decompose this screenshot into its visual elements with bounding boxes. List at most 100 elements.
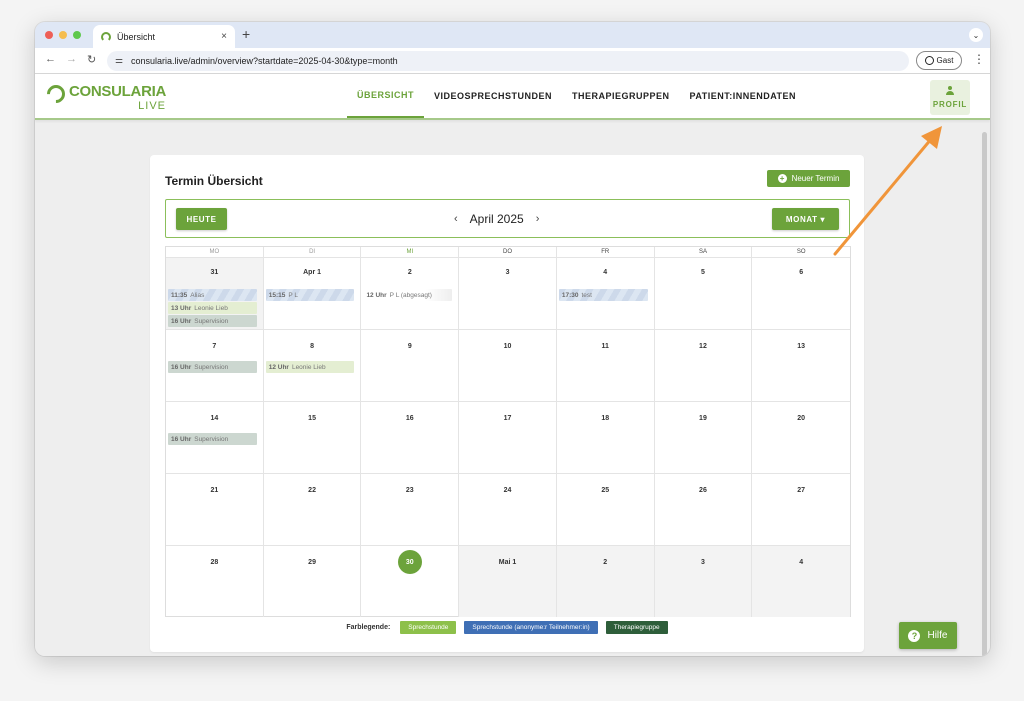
calendar-day[interactable]: 23 [361, 474, 460, 545]
day-number: 7 [212, 343, 217, 350]
day-number: 14 [210, 415, 219, 422]
chevron-left-icon[interactable]: ‹ [454, 213, 458, 225]
event-time: 13 Uhr [171, 304, 192, 312]
event-title: P L (abgesagt) [389, 291, 432, 299]
calendar-day[interactable]: 26 [655, 474, 753, 545]
event-time: 12 Uhr [366, 291, 387, 299]
page-viewport: CONSULARIA LIVE ÜBERSICHT VIDEOSPRECHSTU… [35, 74, 990, 656]
calendar-day[interactable]: 18 [557, 402, 655, 473]
calendar-day[interactable]: 19 [655, 402, 753, 473]
nav-item-therapiegruppen[interactable]: THERAPIEGRUPPEN [562, 74, 680, 118]
calendar-day[interactable]: 16 [361, 402, 460, 473]
calendar-day[interactable]: 5 [655, 258, 753, 329]
calendar-day[interactable]: 7 16 Uhr Supervision [166, 330, 264, 401]
nav-item-patientinnendaten[interactable]: PATIENT:INNENDATEN [680, 74, 807, 118]
legend-chip-anonym: Sprechstunde (anonyme:r Teilnehmer:in) [464, 621, 598, 634]
nav-item-videosprechstunden[interactable]: VIDEOSPRECHSTUNDEN [424, 74, 562, 118]
calendar-day[interactable]: 29 [264, 546, 362, 617]
calendar-day[interactable]: 17 [459, 402, 557, 473]
day-number: 28 [210, 559, 219, 566]
new-tab-button[interactable]: + [242, 26, 250, 42]
calendar-event[interactable]: 12 Uhr P L (abgesagt) [363, 289, 453, 301]
event-title: Leonie Lieb [291, 363, 326, 371]
profile-button[interactable]: PROFIL [930, 80, 970, 115]
browser-tab[interactable]: Übersicht × [93, 25, 235, 48]
calendar-day[interactable]: 3 [654, 546, 753, 617]
calendar-day[interactable]: Mai 1 [459, 546, 557, 617]
calendar-event[interactable]: 11:35 Alias [168, 289, 257, 301]
close-icon[interactable]: × [221, 31, 227, 42]
calendar-day[interactable]: 13 [752, 330, 850, 401]
calendar-day[interactable]: 27 [752, 474, 850, 545]
site-settings-icon[interactable]: ⚌ [115, 55, 123, 66]
calendar-event[interactable]: 13 Uhr Leonie Lieb [168, 302, 257, 314]
new-appointment-button[interactable]: + Neuer Termin [767, 170, 850, 187]
url-input[interactable]: ⚌ consularia.live/admin/overview?startda… [107, 51, 909, 71]
event-title: test [581, 291, 592, 299]
calendar-day[interactable]: 9 [361, 330, 460, 401]
today-button[interactable]: HEUTE [176, 208, 227, 230]
page-title: Termin Übersicht [165, 174, 263, 188]
calendar-event[interactable]: 16 Uhr Supervision [168, 315, 257, 327]
calendar-day[interactable]: 14 16 Uhr Supervision [166, 402, 264, 473]
calendar-day[interactable]: 10 [459, 330, 557, 401]
calendar-day[interactable]: 31 11:35 Alias 13 Uhr Leonie Lieb 16 Uhr Super… [166, 258, 264, 329]
day-number: 22 [308, 487, 316, 494]
day-number: 24 [503, 487, 512, 494]
favicon-icon [101, 31, 111, 42]
calendar-day[interactable]: 12 [655, 330, 753, 401]
calendar-event[interactable]: 12 Uhr Leonie Lieb [265, 361, 355, 373]
calendar-day[interactable]: 20 [752, 402, 850, 473]
day-number: 17 [503, 415, 512, 422]
calendar-day[interactable]: 3 [459, 258, 557, 329]
back-arrow-icon[interactable]: ← [45, 53, 56, 65]
calendar-day[interactable]: 11 [557, 330, 655, 401]
day-number: 31 [210, 269, 219, 276]
calendar-day[interactable]: 28 [166, 546, 264, 617]
event-list: 16 Uhr Supervision [168, 361, 257, 374]
reload-icon[interactable]: ↻ [87, 53, 96, 66]
calendar-day[interactable]: 2 12 Uhr P L (abgesagt) [361, 258, 460, 329]
consularia-logo[interactable]: CONSULARIA LIVE [43, 81, 166, 112]
calendar-day[interactable]: 22 [264, 474, 362, 545]
calendar-week: 21 22 23 24 25 26 27 [166, 473, 850, 545]
calendar-day[interactable]: 24 [459, 474, 557, 545]
calendar-day[interactable]: 6 [752, 258, 850, 329]
calendar-week: 14 16 Uhr Supervision 15 16 17 18 19 20 [166, 401, 850, 473]
legend-chip-sprechstunde: Sprechstunde [400, 621, 457, 634]
view-select-button[interactable]: MONAT ▾ [772, 208, 839, 230]
month-navigation: ‹ April 2025 › [454, 200, 539, 237]
calendar-toolbar: HEUTE ‹ April 2025 › MONAT ▾ [165, 199, 850, 238]
weekday-label: FR [557, 247, 655, 257]
maximize-window-button[interactable] [73, 31, 81, 39]
more-menu-icon[interactable]: ⋮ [973, 52, 985, 66]
calendar-day[interactable]: 4 [752, 546, 851, 617]
nav-item-uebersicht[interactable]: ÜBERSICHT [347, 74, 425, 118]
browser-profile-button[interactable]: Gast [916, 51, 962, 70]
help-button[interactable]: ? Hilfe [899, 622, 957, 649]
forward-arrow-icon[interactable]: → [66, 53, 77, 65]
minimize-window-button[interactable] [59, 31, 67, 39]
calendar-day[interactable]: 25 [557, 474, 655, 545]
chevron-down-icon[interactable]: ⌄ [969, 28, 983, 42]
calendar-event[interactable]: 16 Uhr Supervision [168, 433, 257, 445]
day-number: 20 [797, 415, 806, 422]
calendar-event[interactable]: 16 Uhr Supervision [168, 361, 257, 373]
url-text: consularia.live/admin/overview?startdate… [131, 56, 398, 66]
calendar-day[interactable]: 4 17:30 test [557, 258, 655, 329]
calendar-day[interactable]: 21 [166, 474, 264, 545]
calendar-day[interactable]: 30 [361, 546, 460, 617]
calendar-day[interactable]: 2 [556, 546, 655, 617]
calendar-day[interactable]: 8 12 Uhr Leonie Lieb [264, 330, 362, 401]
event-title: Supervision [194, 435, 229, 443]
day-number: 19 [699, 415, 707, 422]
chevron-right-icon[interactable]: › [536, 213, 540, 225]
calendar-day[interactable]: 15 [264, 402, 362, 473]
browser-titlebar: Übersicht × + ⌄ [35, 22, 990, 48]
page-scrollbar[interactable] [982, 132, 987, 656]
calendar-event[interactable]: 17:30 test [558, 289, 648, 301]
close-window-button[interactable] [45, 31, 53, 39]
day-number: 11 [601, 343, 609, 350]
calendar-event[interactable]: 15:15 P L [265, 289, 355, 301]
calendar-day[interactable]: Apr 1 15:15 P L [264, 258, 362, 329]
